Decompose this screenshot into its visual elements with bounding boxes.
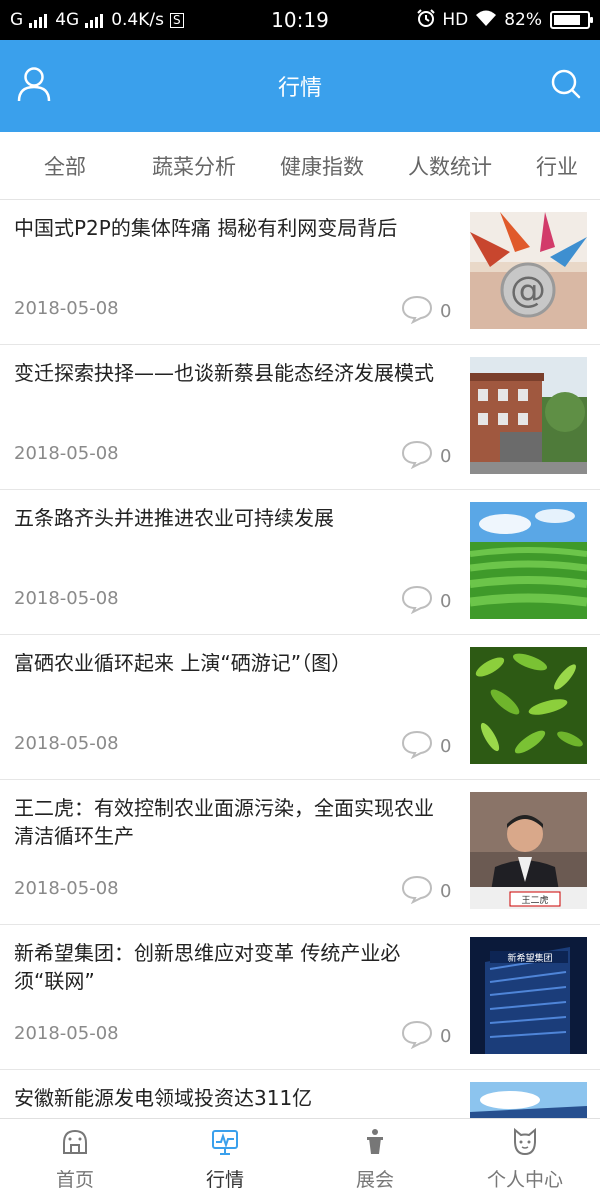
tab-industry[interactable]: 行业 (514, 151, 600, 181)
article-thumbnail: @ (470, 212, 587, 329)
svg-text:@: @ (510, 270, 546, 311)
article-thumbnail (470, 647, 587, 764)
comment-number: 0 (440, 1026, 452, 1047)
monitor-chart-icon (210, 1127, 240, 1161)
category-tabs: 全部 蔬菜分析 健康指数 人数统计 行业 (0, 132, 600, 200)
article-date: 2018-05-08 (14, 733, 119, 754)
comment-icon (400, 294, 434, 329)
comment-icon (400, 874, 434, 909)
status-right: HD 82% (416, 0, 593, 40)
battery-icon (550, 11, 593, 29)
article-title: 王二虎：有效控制农业面源污染，全面实现农业清洁循环生产 (14, 796, 434, 848)
comment-count: 0 (400, 439, 451, 474)
battery-percent: 82% (504, 10, 542, 30)
comment-icon (400, 1019, 434, 1054)
nav-exhibition[interactable]: 展会 (300, 1119, 450, 1200)
article-date: 2018-05-08 (14, 443, 119, 464)
comment-count: 0 (400, 729, 451, 764)
thumbnail-caption: 王二虎 (521, 894, 548, 906)
nav-home-label: 首页 (55, 1169, 94, 1191)
hd-label: HD (442, 10, 469, 30)
article-date: 2018-05-08 (14, 588, 119, 609)
nav-profile-label: 个人中心 (486, 1169, 563, 1191)
bottom-nav: 首页 行情 展会 个人中心 (0, 1118, 600, 1200)
comment-icon (400, 584, 434, 619)
list-item[interactable]: 变迁探索抉择——也谈新蔡县能态经济发展模式 2018-05-08 0 (0, 345, 600, 490)
article-title: 变迁探索抉择——也谈新蔡县能态经济发展模式 (14, 361, 434, 385)
nav-profile[interactable]: 个人中心 (450, 1119, 600, 1200)
search-icon (550, 68, 582, 104)
search-button[interactable] (546, 66, 586, 106)
comment-icon (400, 729, 434, 764)
article-thumbnail (470, 502, 587, 619)
podium-icon (360, 1127, 390, 1161)
article-title: 五条路齐头并进推进农业可持续发展 (14, 506, 334, 530)
comment-count: 0 (400, 874, 451, 909)
app-header: 行情 (0, 40, 600, 132)
tab-all[interactable]: 全部 (0, 151, 130, 181)
tab-vegetable-analysis[interactable]: 蔬菜分析 (130, 151, 258, 181)
article-title: 安徽新能源发电领域投资达311亿 (14, 1086, 313, 1110)
cat-face-icon (510, 1127, 540, 1161)
list-item[interactable]: 新希望集团：创新思维应对变革 传统产业必须“联网” 2018-05-08 0 新… (0, 925, 600, 1070)
nav-home[interactable]: 首页 (0, 1119, 150, 1200)
thumbnail-caption: 新希望集团 (507, 952, 552, 964)
comment-number: 0 (440, 736, 452, 757)
list-item[interactable]: 中国式P2P的集体阵痛 揭秘有利网变局背后 2018-05-08 0 @ (0, 200, 600, 345)
list-item[interactable]: 五条路齐头并进推进农业可持续发展 2018-05-08 0 (0, 490, 600, 635)
status-bar: G 4G 0.4K/s S 10:19 HD 82% (0, 0, 600, 40)
list-item[interactable]: 安徽新能源发电领域投资达311亿 2018-05-08 0 (0, 1070, 600, 1118)
comment-count: 0 (400, 1019, 451, 1054)
nav-market-label: 行情 (205, 1169, 244, 1191)
alarm-icon (416, 8, 436, 33)
comment-count: 0 (400, 294, 451, 329)
comment-number: 0 (440, 301, 452, 322)
article-title: 中国式P2P的集体阵痛 揭秘有利网变局背后 (14, 216, 398, 240)
article-thumbnail: 新希望集团 (470, 937, 587, 1054)
comment-number: 0 (440, 591, 452, 612)
article-date: 2018-05-08 (14, 1023, 119, 1044)
nav-market[interactable]: 行情 (150, 1119, 300, 1200)
nav-exhibition-label: 展会 (355, 1169, 394, 1191)
tab-health-index[interactable]: 健康指数 (258, 151, 386, 181)
article-title: 新希望集团：创新思维应对变革 传统产业必须“联网” (14, 941, 401, 993)
list-item[interactable]: 王二虎：有效控制农业面源污染，全面实现农业清洁循环生产 2018-05-08 0… (0, 780, 600, 925)
comment-icon (400, 439, 434, 474)
article-thumbnail: 王二虎 (470, 792, 587, 909)
list-item[interactable]: 富硒农业循环起来 上演“硒游记”（图） 2018-05-08 0 (0, 635, 600, 780)
article-date: 2018-05-08 (14, 878, 119, 899)
home-icon (60, 1127, 90, 1161)
comment-number: 0 (440, 881, 452, 902)
wifi-icon (474, 8, 498, 33)
article-title: 富硒农业循环起来 上演“硒游记”（图） (14, 651, 352, 675)
tab-headcount[interactable]: 人数统计 (386, 151, 514, 181)
page-title: 行情 (277, 76, 322, 101)
article-thumbnail (470, 1082, 587, 1118)
article-date: 2018-05-08 (14, 298, 119, 319)
comment-count: 0 (400, 584, 451, 619)
article-thumbnail (470, 357, 587, 474)
article-list: 中国式P2P的集体阵痛 揭秘有利网变局背后 2018-05-08 0 @ 变迁探… (0, 200, 600, 1118)
comment-number: 0 (440, 446, 452, 467)
